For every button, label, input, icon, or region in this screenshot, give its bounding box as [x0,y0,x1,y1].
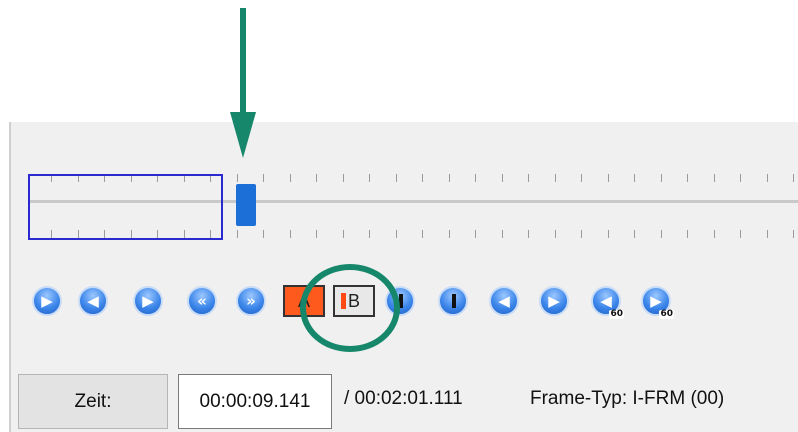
timeline-tick [316,174,317,182]
next-button[interactable]: ▶ [133,286,163,316]
timeline-tick [343,174,344,182]
rewind-icon: « [197,291,207,310]
skip-back-icon: ◀ [498,291,510,310]
timeline-tick [555,230,556,238]
timeline-tick [581,174,582,182]
arrow-left-icon: ◀ [600,291,612,310]
zeit-label: Zeit: [74,390,112,412]
annotation-arrow-head [230,112,256,158]
timeline-tick [740,230,741,238]
annotation-circle [300,264,400,352]
timeline-tick [369,230,370,238]
timeline-tick [634,174,635,182]
play-icon: ▶ [41,291,53,310]
timeline[interactable] [11,122,798,252]
next-keyframe-button[interactable]: ▶ [539,286,569,316]
forward-60-label: 60 [659,309,674,319]
timeline-tick [396,174,397,182]
rewind-button[interactable]: « [187,286,217,316]
timeline-tick [343,230,344,238]
timeline-tick [290,230,291,238]
annotation-arrow-line [240,8,246,118]
timeline-tick [687,230,688,238]
playback-controls: ▶ ◀ ▶ « » A B ◀ ▶ ◀ 60 ▶ 60 [11,282,798,342]
timeline-tick [687,174,688,182]
timeline-tick [237,230,238,238]
timeline-tick [502,230,503,238]
frame-type: Frame-Typ: I-FRM (00) [530,388,725,409]
timeline-tick [528,174,529,182]
back-60-button[interactable]: ◀ 60 [591,286,624,319]
timeline-tick [449,230,450,238]
timeline-tick [634,230,635,238]
timeline-tick [237,174,238,182]
bar-icon [452,294,456,308]
timeline-tick [449,174,450,182]
timeline-tick [714,174,715,182]
selection-range[interactable] [28,174,223,240]
timeline-tick [793,230,794,238]
zeit-button[interactable]: Zeit: [18,374,168,429]
prev-button[interactable]: ◀ [78,286,108,316]
arrow-right-icon: ▶ [142,291,154,310]
arrow-left-icon: ◀ [87,291,99,310]
timeline-tick [608,174,609,182]
timeline-tick [369,174,370,182]
timeline-tick [581,230,582,238]
total-time: / 00:02:01.111 [344,388,463,409]
current-time-value: 00:00:09.141 [199,390,311,412]
forward-60-button[interactable]: ▶ 60 [641,286,674,319]
play-button[interactable]: ▶ [32,286,62,316]
skip-forward-icon: ▶ [548,291,560,310]
timeline-tick [555,174,556,182]
timeline-tick [475,174,476,182]
goto-mark-b-button[interactable] [438,286,468,316]
timeline-tick [767,230,768,238]
timeline-tick [661,174,662,182]
fast-forward-icon: » [246,291,256,310]
current-time-field[interactable]: 00:00:09.141 [178,374,332,429]
timeline-tick [263,174,264,182]
timeline-tick [661,230,662,238]
back-60-label: 60 [609,309,624,319]
timeline-tick [316,230,317,238]
timeline-tick [793,174,794,182]
timeline-tick [740,174,741,182]
playhead-thumb[interactable] [236,184,256,226]
timeline-tick [502,174,503,182]
timeline-tick [263,230,264,238]
timeline-tick [290,174,291,182]
timeline-tick [396,230,397,238]
timeline-tick [608,230,609,238]
timeline-tick [767,174,768,182]
prev-keyframe-button[interactable]: ◀ [489,286,519,316]
fast-forward-button[interactable]: » [236,286,266,316]
timeline-tick [422,230,423,238]
timeline-tick [714,230,715,238]
timeline-tick [528,230,529,238]
timeline-tick [475,230,476,238]
timeline-tick [422,174,423,182]
arrow-right-icon: ▶ [650,291,662,310]
